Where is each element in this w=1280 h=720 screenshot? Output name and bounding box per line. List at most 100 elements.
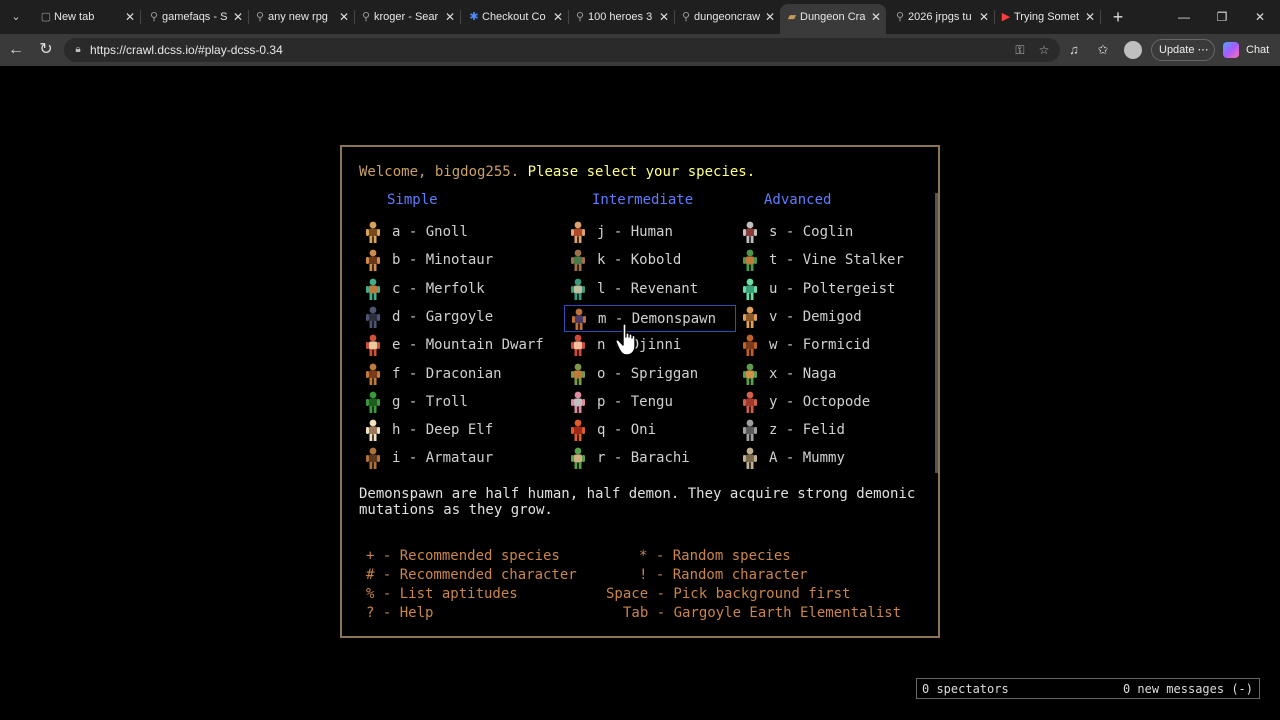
- close-tab-icon[interactable]: ✕: [1083, 10, 1097, 24]
- media-icon[interactable]: ♫: [1065, 41, 1083, 59]
- species-label: e - Mountain Dwarf: [392, 337, 544, 353]
- species-name: Gnoll: [425, 224, 468, 240]
- species-separator: -: [777, 308, 803, 325]
- species-sprite-icon: [366, 334, 380, 357]
- welcome-prompt: Please select your species.: [527, 164, 756, 180]
- species-name: Formicid: [802, 337, 871, 354]
- species-label: y - Octopode: [769, 394, 870, 410]
- browser-tab[interactable]: ⚲ dungeoncraw ✕: [674, 4, 780, 30]
- tab-strip: ⌄ ▢ New tab ✕ ⚲ gamefaqs - S ✕ ⚲ any new rpg ✕ ⚲ k…: [0, 0, 1280, 34]
- browser-tab[interactable]: ✱ Checkout Co ✕: [462, 4, 569, 30]
- url-text[interactable]: https://crawl.dcss.io/#play-dcss-0.34: [90, 38, 283, 62]
- restore-button[interactable]: ❐: [1212, 8, 1232, 26]
- species-label: u - Poltergeist: [769, 281, 895, 297]
- favorites-icon[interactable]: ✩: [1094, 41, 1112, 59]
- close-window-button[interactable]: ✕: [1250, 8, 1270, 26]
- browser-tab[interactable]: ⚲ 100 heroes 3 ✕: [568, 4, 675, 30]
- browser-tab[interactable]: ⚲ gamefaqs - S ✕: [142, 4, 249, 30]
- browser-tab[interactable]: ⚲ kroger - Sear ✕: [354, 4, 461, 30]
- reload-button[interactable]: ↻: [36, 40, 56, 60]
- species-name: Kobold: [630, 252, 682, 269]
- species-label: a - Gnoll: [392, 224, 468, 240]
- species-name: Spriggan: [630, 365, 699, 382]
- favorite-star-icon[interactable]: ☆: [1036, 42, 1052, 58]
- option-random-species[interactable]: * - Random species: [639, 548, 791, 564]
- species-sprite-icon: [743, 221, 757, 243]
- browser-tab[interactable]: ▶ Trying Somet ✕: [994, 4, 1101, 30]
- minimize-button[interactable]: —: [1174, 8, 1194, 26]
- tab-title: dungeoncraw: [694, 11, 760, 23]
- close-tab-icon[interactable]: ✕: [869, 10, 883, 24]
- species-separator: -: [605, 252, 631, 269]
- column-heading-advanced: Advanced: [764, 192, 832, 208]
- species-separator: -: [605, 393, 631, 410]
- species-separator: -: [605, 422, 631, 439]
- species-separator: -: [400, 393, 426, 410]
- species-sprite-icon: [743, 249, 757, 272]
- menu-scrollbar[interactable]: [935, 193, 938, 473]
- walmart-icon: ✱: [469, 11, 479, 23]
- species-separator: -: [605, 450, 631, 467]
- close-tab-icon[interactable]: ✕: [123, 10, 137, 24]
- address-bar[interactable]: 🔒︎ https://crawl.dcss.io/#play-dcss-0.34…: [64, 38, 1060, 62]
- close-tab-icon[interactable]: ✕: [337, 10, 351, 24]
- species-sprite-icon: [571, 334, 585, 357]
- species-label: v - Demigod: [769, 309, 862, 325]
- species-separator: -: [605, 365, 631, 382]
- back-button[interactable]: ←: [6, 40, 26, 60]
- profile-avatar[interactable]: [1124, 41, 1142, 59]
- species-label: s - Coglin: [769, 224, 853, 240]
- browser-tab[interactable]: ▰ Dungeon Cra ✕: [780, 4, 886, 34]
- option-tab-character[interactable]: Tab - Gargoyle Earth Elementalist: [623, 605, 901, 621]
- species-name: Armataur: [425, 450, 494, 467]
- species-label: h - Deep Elf: [392, 422, 493, 438]
- close-tab-icon[interactable]: ✕: [977, 10, 991, 24]
- species-name: Mummy: [802, 450, 845, 467]
- species-sprite-icon: [366, 447, 380, 470]
- close-tab-icon[interactable]: ✕: [763, 10, 777, 24]
- search-icon: ⚲: [575, 11, 585, 23]
- species-label: j - Human: [597, 224, 673, 240]
- species-separator: -: [400, 450, 426, 467]
- site-info-icon[interactable]: 🔒︎: [72, 43, 84, 57]
- species-sprite-icon: [571, 447, 585, 470]
- update-button[interactable]: Update ⋯: [1151, 39, 1215, 61]
- option-pick-background-first[interactable]: Space - Pick background first: [606, 586, 850, 602]
- species-separator: -: [777, 252, 803, 269]
- spectator-count[interactable]: 0 spectators: [922, 681, 1009, 697]
- species-name: Barachi: [630, 450, 690, 467]
- option-recommended-character[interactable]: # - Recommended character: [366, 567, 577, 583]
- option-help[interactable]: ? - Help: [366, 605, 433, 621]
- option-random-character[interactable]: ! - Random character: [639, 567, 808, 583]
- species-sprite-icon: [743, 419, 757, 442]
- new-messages-indicator[interactable]: 0 new messages (-): [1123, 681, 1253, 697]
- species-sprite-icon: [366, 419, 380, 442]
- species-sprite-icon: [743, 391, 757, 413]
- close-tab-icon[interactable]: ✕: [657, 10, 671, 24]
- species-name: Naga: [802, 365, 837, 382]
- species-label: p - Tengu: [597, 394, 673, 410]
- copilot-chat-button[interactable]: Chat: [1221, 39, 1275, 61]
- browser-tab[interactable]: ▢ New tab ✕: [34, 4, 141, 30]
- description-line-2: mutations as they grow.: [359, 502, 553, 518]
- key-icon[interactable]: ⚿: [1012, 42, 1028, 58]
- species-label: w - Formicid: [769, 337, 870, 353]
- browser-tab[interactable]: ⚲ any new rpg ✕: [248, 4, 355, 30]
- option-recommended-species[interactable]: + - Recommended species: [366, 548, 560, 564]
- species-sprite-icon: [743, 363, 757, 385]
- tab-separator: [140, 10, 141, 24]
- tab-title: Dungeon Cra: [800, 11, 866, 23]
- welcome-line: Welcome, bigdog255. Please select your s…: [359, 164, 755, 180]
- species-name: Gargoyle: [425, 308, 494, 325]
- tab-title: 100 heroes 3: [588, 11, 653, 23]
- new-tab-button[interactable]: +: [1108, 7, 1128, 27]
- tab-title: any new rpg: [268, 11, 328, 23]
- species-separator: -: [777, 280, 803, 297]
- close-tab-icon[interactable]: ✕: [551, 10, 565, 24]
- species-option-demonspawn[interactable]: m - Demonspawn: [564, 304, 736, 332]
- close-tab-icon[interactable]: ✕: [231, 10, 245, 24]
- option-list-aptitudes[interactable]: % - List aptitudes: [366, 586, 518, 602]
- close-tab-icon[interactable]: ✕: [443, 10, 457, 24]
- tab-actions-menu[interactable]: ⌄: [4, 6, 28, 28]
- browser-tab[interactable]: ⚲ 2026 jrpgs tu ✕: [888, 4, 995, 30]
